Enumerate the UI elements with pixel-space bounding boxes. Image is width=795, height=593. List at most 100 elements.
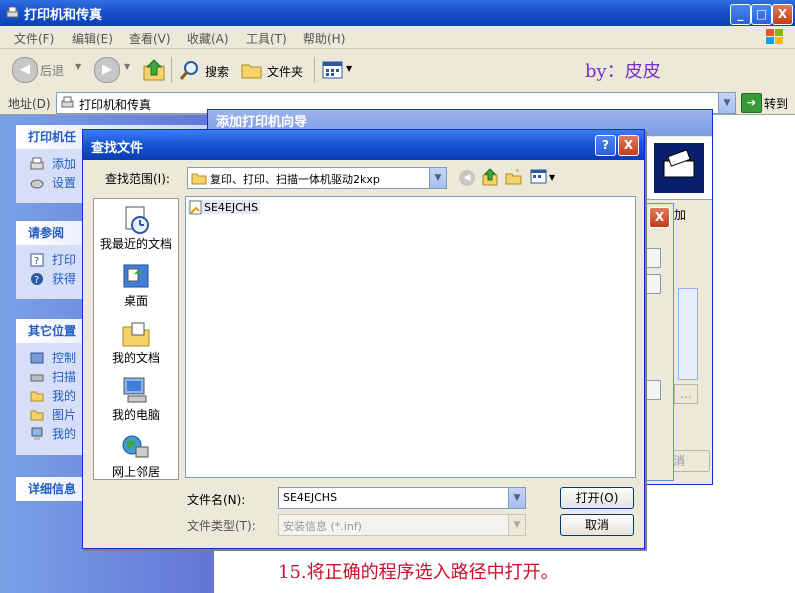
task-label: 设置 [52,176,77,190]
folder-icon [30,389,44,403]
place-my-computer[interactable]: 我的电脑 [94,376,178,423]
filetype-value: 安装信息 (*.inf) [283,520,362,533]
up-folder-icon[interactable] [141,57,167,83]
menu-edit[interactable]: 编辑(E) [72,30,113,47]
place-label: 我的电脑 [111,408,160,422]
place-network[interactable]: 网上邻居 [94,433,178,480]
back-button-label[interactable]: 后退 [40,62,64,79]
computer-icon [30,427,44,441]
folders-button-label[interactable]: 文件夹 [267,63,303,80]
wizard-scrollbar[interactable] [678,288,698,380]
address-dropdown-icon[interactable]: ▼ [718,93,735,113]
back-dropdown-icon[interactable]: ▼ [75,62,81,71]
filename-label: 文件名(N): [187,493,246,507]
close-button[interactable]: X [772,4,793,25]
menu-file[interactable]: 文件(F) [14,30,54,47]
control-panel-icon [30,351,44,365]
printer-fax-icon [5,5,20,20]
search-button-label[interactable]: 搜索 [205,63,229,80]
place-label: 我的文档 [111,351,160,365]
link-label: 图片 [52,408,77,422]
search-icon[interactable] [178,58,202,82]
filename-value: SE4EJCHS [283,491,338,504]
back-arrow-icon[interactable]: ◀ [459,170,475,186]
svg-text:?: ? [34,275,39,286]
menu-bar: 文件(F) 编辑(E) 查看(V) 收藏(A) 工具(T) 帮助(H) [0,26,795,49]
address-label: 地址(D) [8,97,51,111]
back-arrow-icon[interactable]: ◀ [12,57,38,83]
look-in-select[interactable]: 复印、打印、扫描一体机驱动2kxp ▼ [187,167,447,189]
my-documents-icon [120,319,152,349]
filename-input[interactable]: SE4EJCHS ▼ [278,487,526,509]
help-question-icon: ? [30,253,44,267]
separator [314,57,315,83]
filetype-label: 文件类型(T): [187,519,256,533]
open-button[interactable]: 打开(O) [560,487,634,509]
menu-favorites[interactable]: 收藏(A) [187,30,229,47]
views-dropdown-icon[interactable]: ▼ [346,64,352,73]
link-label: 控制 [52,351,77,365]
main-window-titlebar: 打印机和传真 _ □ X [0,0,795,26]
file-item[interactable]: SE4EJCHS [188,200,261,216]
menu-help[interactable]: 帮助(H) [303,30,345,47]
go-button-label[interactable]: 转到 [764,95,788,112]
dialog-title: 查找文件 [91,141,144,156]
look-in-value: 复印、打印、扫描一体机驱动2kxp [210,173,380,186]
browse-button[interactable]: ... [674,384,698,404]
close-button[interactable]: X [618,135,639,156]
setup-file-icon [188,200,204,216]
place-my-documents[interactable]: 我的文档 [94,319,178,366]
place-label: 网上邻居 [111,465,160,479]
instruction-caption: 15.将正确的程序选入路径中打开。 [278,562,559,583]
dialog-titlebar: 查找文件 ? X [83,130,644,160]
windows-logo-icon [764,28,786,46]
help-circle-icon: ? [30,272,44,286]
maximize-button[interactable]: □ [751,4,772,25]
add-printer-icon [30,157,44,171]
link-label: 获得 [52,272,77,286]
my-computer-icon [120,376,152,406]
network-globe-icon [120,433,152,463]
help-button[interactable]: ? [595,135,616,156]
folders-icon[interactable] [240,59,264,81]
separator [171,57,172,83]
places-bar: 我最近的文档 桌面 我的文档 我的电脑 网上邻居 [93,198,179,480]
place-label: 我最近的文档 [99,237,172,251]
forward-arrow-icon[interactable]: ▶ [94,57,120,83]
printer-fax-icon [60,95,75,110]
place-label: 桌面 [123,294,148,308]
folder-icon [191,171,207,185]
up-folder-icon[interactable] [481,168,499,186]
desktop-icon [120,262,152,292]
find-file-dialog: 查找文件 ? X 查找范围(I): 复印、打印、扫描一体机驱动2kxp ▼ ◀ … [82,129,645,549]
link-label: 我的 [52,389,77,403]
file-list[interactable]: SE4EJCHS [185,196,636,478]
task-label: 添加 [52,157,77,171]
views-icon[interactable] [322,60,344,80]
pictures-folder-icon [30,408,44,422]
filetype-select[interactable]: 安装信息 (*.inf) ▼ [278,514,526,536]
go-arrow-icon[interactable]: ➔ [741,93,762,113]
filename-dropdown-icon[interactable]: ▼ [508,488,525,508]
place-desktop[interactable]: 桌面 [94,262,178,309]
close-button[interactable]: X [649,207,670,228]
scanner-icon [30,370,44,384]
byline-text: by：皮皮 [585,61,661,82]
view-menu-icon[interactable] [530,169,548,185]
minimize-button[interactable]: _ [730,4,751,25]
address-value: 打印机和传真 [79,98,152,112]
toolbar: ◀ 后退 ▼ ▶ ▼ 搜索 文件夹 ▼ [0,49,795,92]
view-dropdown-icon[interactable]: ▼ [549,173,555,182]
menu-view[interactable]: 查看(V) [129,30,171,47]
look-in-label: 查找范围(I): [105,172,170,186]
forward-dropdown-icon[interactable]: ▼ [124,62,130,71]
filetype-dropdown-icon[interactable]: ▼ [508,515,525,535]
look-in-dropdown-icon[interactable]: ▼ [429,168,446,188]
window-title: 打印机和传真 [24,8,103,23]
place-recent-documents[interactable]: 我最近的文档 [94,205,178,252]
recent-documents-icon [120,205,152,235]
new-folder-icon[interactable]: * [505,168,523,186]
menu-tools[interactable]: 工具(T) [246,30,287,47]
link-label: 我的 [52,427,77,441]
cancel-button[interactable]: 取消 [560,514,634,536]
